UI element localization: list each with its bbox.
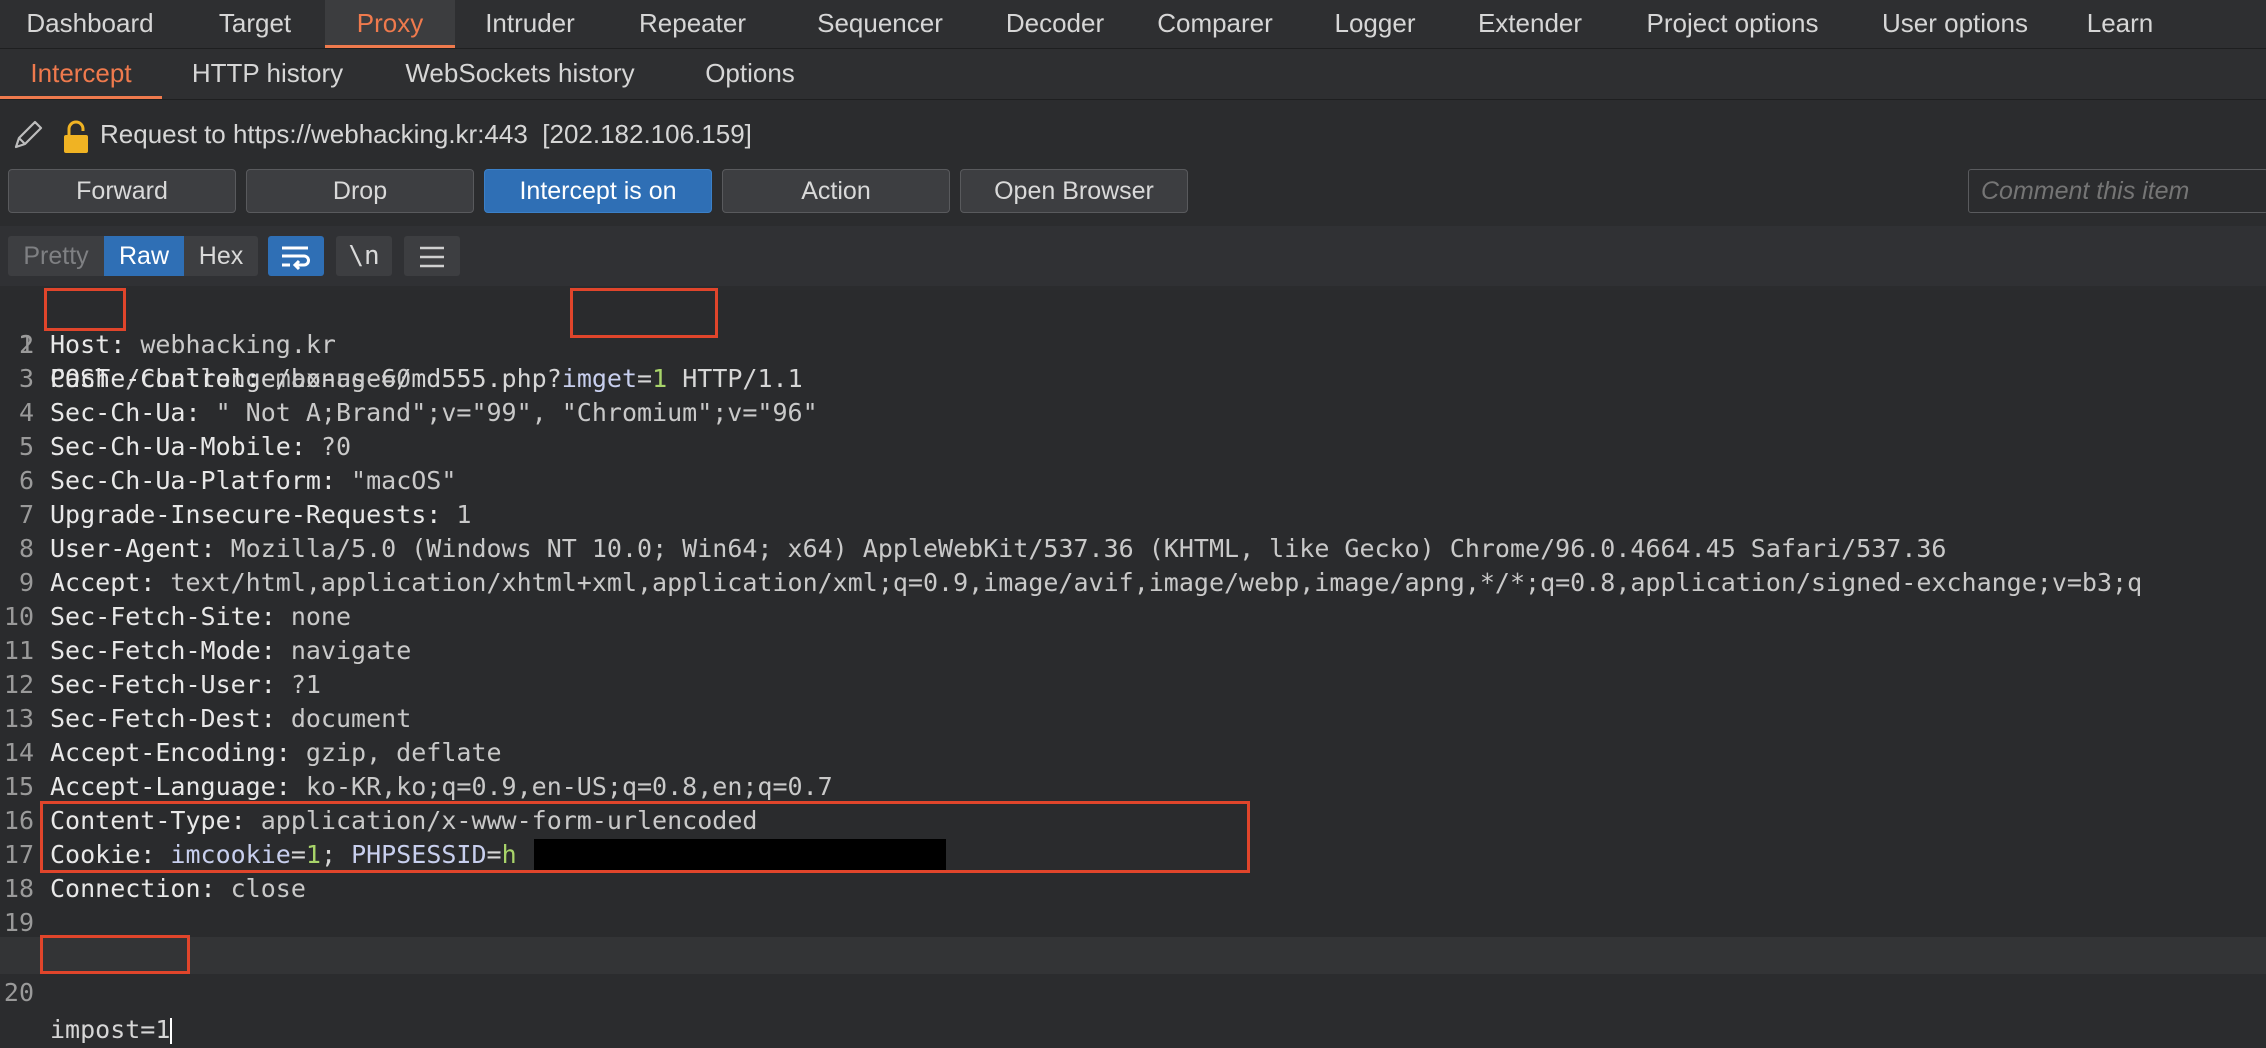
header-line: 18 Connection: close <box>3 874 306 903</box>
header-line: 12 Sec-Fetch-User: ?1 <box>3 670 321 699</box>
header-line: 9 Accept: text/html,application/xhtml+xml… <box>18 568 2143 597</box>
header-line: 13 Sec-Fetch-Dest: document <box>3 704 412 733</box>
view-pretty-button[interactable]: Pretty <box>8 236 104 276</box>
header-line: 10 Sec-Fetch-Site: none <box>3 602 352 631</box>
blank-line: 19 <box>3 908 34 937</box>
intercept-toggle-button[interactable]: Intercept is on <box>484 169 712 213</box>
drop-button[interactable]: Drop <box>246 169 474 213</box>
wrap-icon[interactable] <box>268 236 324 276</box>
view-raw-button[interactable]: Raw <box>104 236 184 276</box>
tab-decoder[interactable]: Decoder <box>1000 0 1110 48</box>
cookie-header-line: 17 Cookie: imcookie=1; PHPSESSID=h <box>3 840 517 869</box>
header-line: 5 Sec-Ch-Ua-Mobile: ?0 <box>18 432 352 461</box>
tab-intruder[interactable]: Intruder <box>470 0 590 48</box>
header-line: 6 Sec-Ch-Ua-Platform: "macOS" <box>18 466 457 495</box>
action-button[interactable]: Action <box>722 169 950 213</box>
header-line: 14 Accept-Encoding: gzip, deflate <box>3 738 502 767</box>
request-target-info: Request to https://webhacking.kr:443 [20… <box>100 119 752 149</box>
header-line: 2 Host: webhacking.kr <box>18 330 336 359</box>
tab-sequencer[interactable]: Sequencer <box>795 0 965 48</box>
main-tab-bar: Dashboard Target Proxy Intruder Repeater… <box>0 0 2266 49</box>
open-browser-button[interactable]: Open Browser <box>960 169 1188 213</box>
tab-comparer[interactable]: Comparer <box>1145 0 1285 48</box>
view-hex-button[interactable]: Hex <box>184 236 258 276</box>
tab-target[interactable]: Target <box>200 0 310 48</box>
comment-input[interactable] <box>1968 169 2266 213</box>
header-line: 16 Content-Type: application/x-www-form-u… <box>3 806 758 835</box>
tab-project-options[interactable]: Project options <box>1630 0 1835 48</box>
newline-toggle-button[interactable]: \n <box>336 236 392 276</box>
header-line: 8 User-Agent: Mozilla/5.0 (Windows NT 10.… <box>18 534 1947 563</box>
tab-extender[interactable]: Extender <box>1465 0 1595 48</box>
tab-learn[interactable]: Learn <box>2075 0 2165 48</box>
tab-repeater[interactable]: Repeater <box>620 0 765 48</box>
tab-options[interactable]: Options <box>685 49 815 99</box>
tab-websockets-history[interactable]: WebSockets history <box>390 49 650 99</box>
request-body-line[interactable]: 20 impost=1 <box>0 937 2266 1044</box>
tab-intercept[interactable]: Intercept <box>0 49 162 99</box>
tab-dashboard[interactable]: Dashboard <box>0 0 180 48</box>
redacted-session-id <box>534 839 946 870</box>
header-line: 4 Sec-Ch-Ua: " Not A;Brand";v="99", "Chro… <box>18 398 818 427</box>
forward-button[interactable]: Forward <box>8 169 236 213</box>
request-body: impost=1 <box>50 1015 171 1044</box>
proxy-sub-tab-bar: Intercept HTTP history WebSockets histor… <box>0 49 2266 100</box>
header-line: 3 Cache-Control: max-age=0 <box>18 364 412 393</box>
tab-proxy[interactable]: Proxy <box>325 0 455 48</box>
lock-icon <box>60 119 92 155</box>
text-caret <box>170 1018 173 1044</box>
pencil-icon[interactable] <box>10 117 46 153</box>
request-editor[interactable]: 1 POST /challenge/bonus-6/md555.php?imge… <box>0 290 2266 974</box>
header-line: 11 Sec-Fetch-Mode: navigate <box>3 636 412 665</box>
tab-user-options[interactable]: User options <box>1870 0 2040 48</box>
tab-logger[interactable]: Logger <box>1320 0 1430 48</box>
request-line: 1 POST /challenge/bonus-6/md555.php?imge… <box>18 330 803 393</box>
tab-http-history[interactable]: HTTP history <box>180 49 355 99</box>
menu-icon[interactable] <box>404 236 460 276</box>
header-line: 7 Upgrade-Insecure-Requests: 1 <box>18 500 472 529</box>
header-line: 15 Accept-Language: ko-KR,ko;q=0.9,en-US;… <box>3 772 833 801</box>
